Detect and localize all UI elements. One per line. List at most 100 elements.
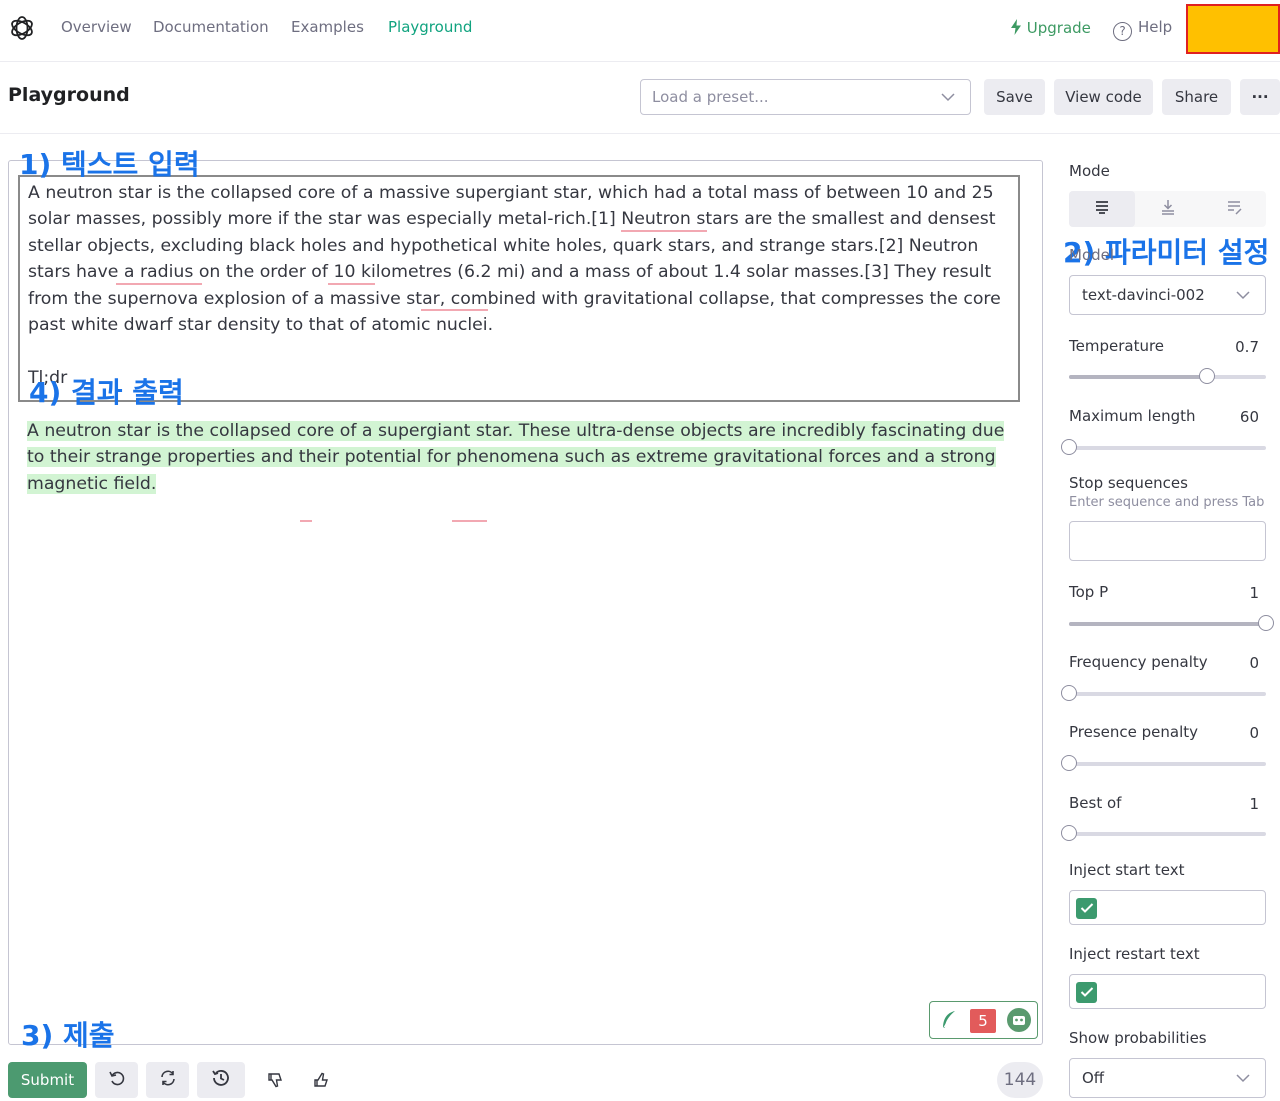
robot-icon xyxy=(1006,1007,1032,1037)
best-of-label: Best of xyxy=(1069,794,1122,812)
undo-icon xyxy=(108,1069,126,1091)
chevron-down-icon xyxy=(1235,287,1251,307)
checkmark-icon xyxy=(1080,899,1094,918)
annotation-submit: 3) 제출 xyxy=(21,1019,115,1052)
chevron-down-icon xyxy=(940,89,956,109)
chevron-down-icon xyxy=(1235,1070,1251,1090)
slider-thumb[interactable] xyxy=(1258,615,1274,631)
slider-thumb[interactable] xyxy=(1198,368,1215,384)
inject-restart-checkbox[interactable] xyxy=(1076,982,1097,1003)
thumbs-up-icon[interactable] xyxy=(309,1068,333,1092)
share-button[interactable]: Share xyxy=(1162,79,1231,115)
nav-examples[interactable]: Examples xyxy=(291,18,364,36)
stop-sequences-input[interactable] xyxy=(1069,521,1266,561)
spellcheck-underline xyxy=(116,283,202,285)
presence-penalty-slider[interactable] xyxy=(1061,755,1266,771)
max-length-value[interactable]: 60 xyxy=(1219,408,1259,426)
history-button[interactable] xyxy=(197,1062,245,1098)
slider-thumb[interactable] xyxy=(1061,685,1077,701)
slider-fill xyxy=(1069,622,1266,626)
mode-complete[interactable] xyxy=(1069,191,1135,227)
lightning-icon xyxy=(1010,19,1027,37)
nav-overview[interactable]: Overview xyxy=(61,18,132,36)
thumbs-down-icon[interactable] xyxy=(263,1068,287,1092)
slider-fill xyxy=(1069,375,1207,379)
spellcheck-underline xyxy=(421,309,488,311)
spellcheck-underline xyxy=(621,230,707,232)
inject-start-checkbox[interactable] xyxy=(1076,898,1097,919)
temperature-value[interactable]: 0.7 xyxy=(1219,338,1259,356)
inject-restart-input[interactable] xyxy=(1069,974,1266,1009)
stop-sequences-hint: Enter sequence and press Tab xyxy=(1069,495,1265,510)
checkmark-icon xyxy=(1080,983,1094,1002)
prompt-text[interactable]: A neutron star is the collapsed core of … xyxy=(28,180,1018,391)
slider-thumb[interactable] xyxy=(1061,755,1077,771)
best-of-value[interactable]: 1 xyxy=(1219,795,1259,813)
view-code-button[interactable]: View code xyxy=(1054,79,1153,115)
mode-selector[interactable] xyxy=(1069,191,1266,227)
upgrade-label: Upgrade xyxy=(1026,19,1091,37)
temperature-slider[interactable] xyxy=(1069,368,1266,384)
model-select[interactable]: text-davinci-002 xyxy=(1069,275,1266,315)
redacted-account-area xyxy=(1186,4,1280,54)
slider-thumb[interactable] xyxy=(1061,825,1077,841)
history-icon xyxy=(210,1067,232,1093)
annotation-text-input: 1) 텍스트 입력 xyxy=(19,148,200,181)
inject-start-input[interactable] xyxy=(1069,890,1266,925)
presence-penalty-value[interactable]: 0 xyxy=(1219,724,1259,742)
completion-output: A neutron star is the collapsed core of … xyxy=(27,418,1017,497)
submit-button[interactable]: Submit xyxy=(8,1062,87,1098)
help-icon: ? xyxy=(1113,22,1132,41)
frequency-penalty-value[interactable]: 0 xyxy=(1219,654,1259,672)
model-value: text-davinci-002 xyxy=(1082,286,1205,304)
undo-button[interactable] xyxy=(95,1062,138,1098)
best-of-slider[interactable] xyxy=(1061,825,1266,841)
mode-label: Mode xyxy=(1069,162,1110,180)
save-button[interactable]: Save xyxy=(984,79,1045,115)
feather-icon xyxy=(940,1010,958,1034)
annotation-output: 4) 결과 출력 xyxy=(29,376,184,409)
nav-documentation[interactable]: Documentation xyxy=(153,18,269,36)
extension-widget[interactable]: 5 xyxy=(929,1001,1038,1039)
mode-insert[interactable] xyxy=(1135,191,1201,227)
show-probabilities-value: Off xyxy=(1082,1069,1105,1087)
inject-restart-label: Inject restart text xyxy=(1069,945,1200,963)
complete-mode-icon xyxy=(1094,199,1110,219)
slider-thumb[interactable] xyxy=(1061,439,1077,455)
page-title: Playground xyxy=(8,84,130,106)
openai-logo-icon[interactable] xyxy=(8,14,36,42)
show-probabilities-select[interactable]: Off xyxy=(1069,1058,1266,1098)
nav-playground[interactable]: Playground xyxy=(388,18,472,36)
top-nav: Overview Documentation Examples Playgrou… xyxy=(0,0,1280,62)
presence-penalty-label: Presence penalty xyxy=(1069,723,1199,741)
more-options-button[interactable]: ··· xyxy=(1240,79,1280,115)
preset-placeholder: Load a preset... xyxy=(652,88,769,106)
inject-start-label: Inject start text xyxy=(1069,861,1185,879)
completion-text: A neutron star is the collapsed core of … xyxy=(27,421,1005,494)
spellcheck-underline xyxy=(328,283,375,285)
max-length-label: Maximum length xyxy=(1069,407,1196,425)
temperature-label: Temperature xyxy=(1069,337,1165,355)
spellcheck-underline xyxy=(300,520,312,522)
spellcheck-underline xyxy=(452,520,487,522)
edit-mode-icon xyxy=(1226,199,1242,219)
preset-select[interactable]: Load a preset... xyxy=(640,79,971,115)
help-link[interactable]: ? Help xyxy=(1113,18,1172,41)
regenerate-button[interactable] xyxy=(146,1062,189,1098)
stop-sequences-label: Stop sequences xyxy=(1069,474,1188,492)
top-p-label: Top P xyxy=(1069,583,1109,601)
token-count: 144 xyxy=(997,1062,1043,1098)
help-label: Help xyxy=(1138,18,1173,36)
show-probabilities-label: Show probabilities xyxy=(1069,1029,1207,1047)
insert-mode-icon xyxy=(1160,199,1176,219)
refresh-icon xyxy=(159,1069,177,1091)
model-label: Model xyxy=(1069,246,1115,264)
top-p-slider[interactable] xyxy=(1069,615,1274,631)
top-p-value[interactable]: 1 xyxy=(1219,584,1259,602)
max-length-slider[interactable] xyxy=(1061,439,1266,455)
frequency-penalty-slider[interactable] xyxy=(1061,685,1266,701)
upgrade-link[interactable]: Upgrade xyxy=(1010,19,1091,37)
page-header: Playground Load a preset... Save View co… xyxy=(0,62,1280,134)
extension-count-badge: 5 xyxy=(970,1009,996,1033)
mode-edit[interactable] xyxy=(1201,191,1267,227)
